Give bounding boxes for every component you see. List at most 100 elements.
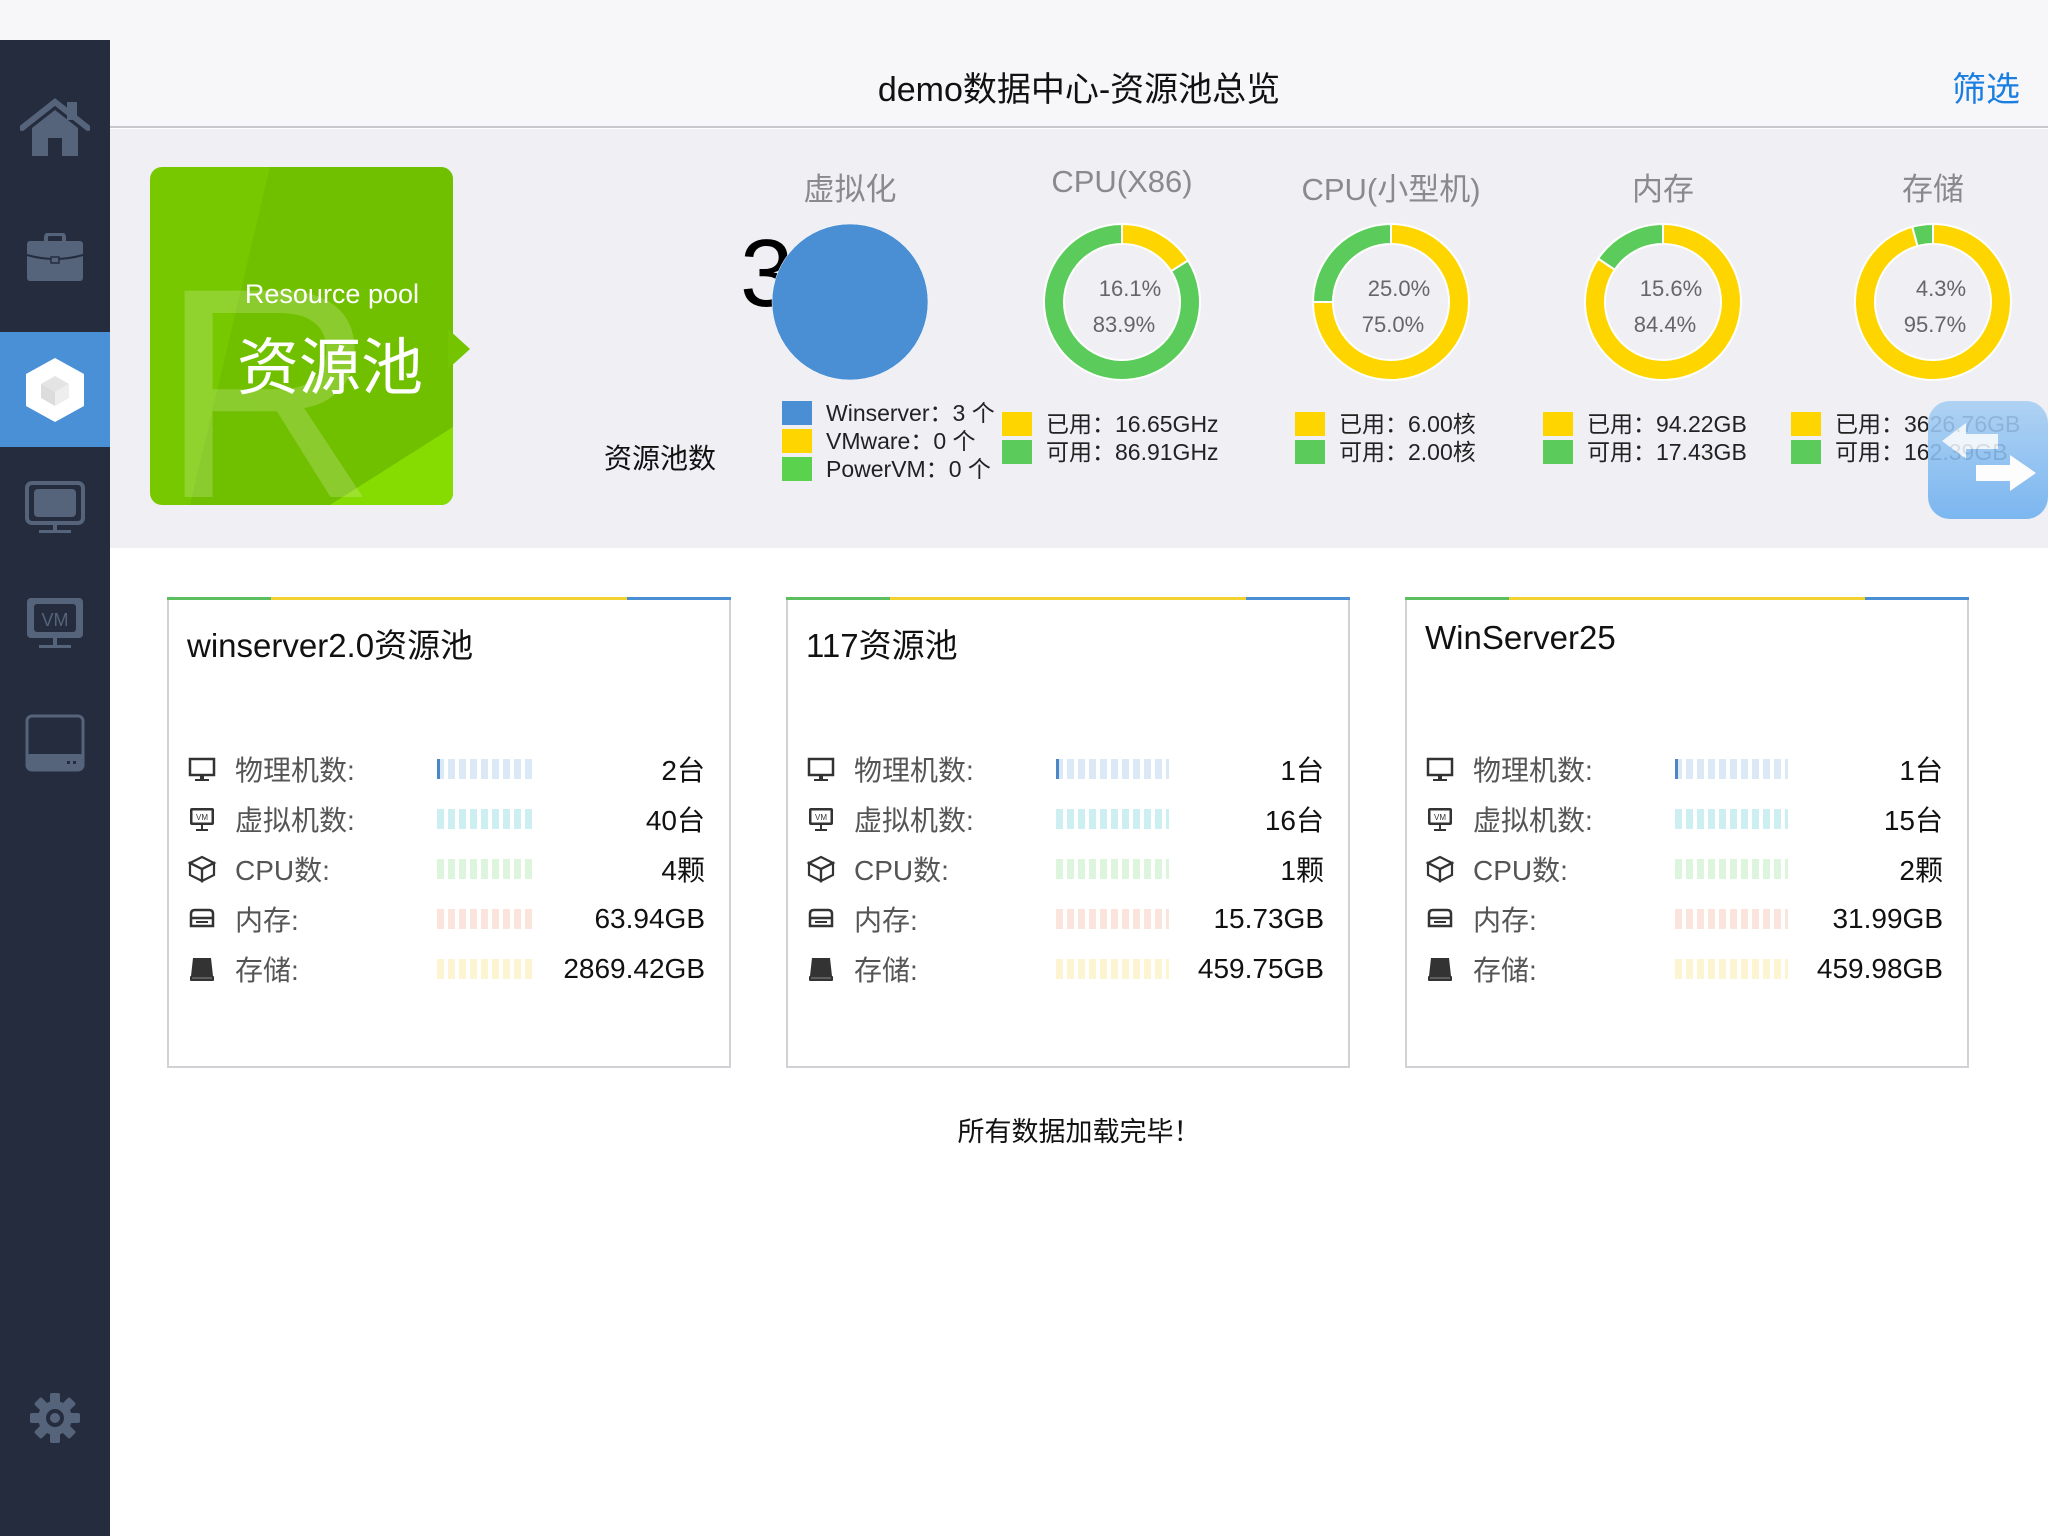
- stat-value: 63.94GB: [594, 903, 705, 934]
- progress-segment: [492, 859, 499, 879]
- progress-segment: [1056, 859, 1063, 879]
- legend-item: PowerVM：0 个: [782, 455, 995, 483]
- stat-progress-bar: [437, 809, 532, 829]
- progress-segment: [1056, 809, 1063, 829]
- legend-swatch: [1002, 412, 1032, 436]
- legend-item: 已用：16.65GHz: [1002, 410, 1219, 438]
- progress-segment: [1719, 959, 1726, 979]
- progress-segment: [1111, 909, 1118, 929]
- progress-segment: [437, 759, 444, 779]
- chart-percent-label: 25.0%: [1368, 276, 1430, 301]
- progress-segment: [1697, 809, 1704, 829]
- progress-segment: [448, 809, 455, 829]
- sidebar-item-resource-pool[interactable]: [0, 332, 110, 447]
- progress-segment: [1675, 859, 1682, 879]
- progress-segment: [1708, 959, 1715, 979]
- stat-progress-bar: [1056, 809, 1169, 829]
- progress-segment: [1122, 759, 1129, 779]
- pool-card[interactable]: winserver2.0资源池 物理机数: 2台 VM 虚拟机数: 40台 CPU数: 4颗内…: [167, 597, 731, 1068]
- chart-percent-label: 15.6%: [1640, 276, 1702, 301]
- sidebar-item-physical-machines[interactable]: [0, 450, 110, 565]
- gear-icon: [30, 1392, 80, 1443]
- progress-segment: [514, 859, 521, 879]
- physical-machine-icon: [1425, 754, 1455, 784]
- progress-segment: [459, 959, 466, 979]
- progress-segment: [1078, 959, 1085, 979]
- badge-chinese-label: 资源池: [236, 334, 423, 403]
- cpu-cube-icon: [187, 854, 217, 884]
- progress-segment: [1752, 859, 1759, 879]
- stat-label: 存储:: [854, 955, 918, 986]
- progress-segment: [503, 859, 510, 879]
- filter-button[interactable]: 筛选: [1952, 62, 2020, 111]
- chart-legend: 已用：6.00核 可用：2.00核: [1295, 410, 1476, 466]
- storage-disk-icon: [806, 954, 836, 984]
- sidebar-item-home[interactable]: [0, 70, 110, 185]
- progress-segment: [1166, 909, 1169, 929]
- stat-value: 2869.42GB: [563, 953, 705, 984]
- progress-segment: [1056, 959, 1063, 979]
- sidebar-item-virtual-machines[interactable]: VM: [0, 565, 110, 680]
- progress-segment: [1100, 759, 1107, 779]
- stat-value: 15台: [1883, 805, 1943, 836]
- pool-stat-row: 物理机数: 1台: [806, 749, 1324, 789]
- pool-stat-row: 存储: 459.98GB: [1425, 949, 1943, 989]
- progress-segment: [1730, 759, 1737, 779]
- progress-segment: [1741, 759, 1748, 779]
- pool-stat-row: VM 虚拟机数: 40台: [187, 799, 705, 839]
- progress-segment: [1752, 959, 1759, 979]
- page-title: demo数据中心-资源池总览: [877, 71, 1281, 109]
- chart-slice-已用: [1854, 222, 2012, 381]
- progress-segment: [1730, 959, 1737, 979]
- progress-segment: [1752, 909, 1759, 929]
- badge-english-label: Resource pool: [244, 279, 419, 309]
- progress-segment: [1111, 759, 1118, 779]
- progress-segment: [1089, 809, 1096, 829]
- progress-segment: [459, 859, 466, 879]
- progress-segment: [1155, 909, 1162, 929]
- stat-label: CPU数:: [1473, 855, 1568, 886]
- switch-view-button[interactable]: [1928, 401, 2048, 519]
- progress-segment: [448, 859, 455, 879]
- progress-segment: [1067, 759, 1074, 779]
- chart-svg: 16.1% 83.9%: [1043, 222, 1201, 381]
- progress-segment: [1089, 959, 1096, 979]
- pool-card[interactable]: WinServer25 物理机数: 1台 VM 虚拟机数: 15台 CPU数: 2颗 内存: 31…: [1405, 597, 1969, 1068]
- stat-label: 内存:: [235, 905, 299, 936]
- progress-segment: [437, 859, 444, 879]
- card-top-accent: [1405, 597, 1969, 600]
- progress-segment: [1741, 909, 1748, 929]
- progress-segment: [1785, 759, 1788, 779]
- stat-label: 虚拟机数:: [235, 805, 355, 836]
- legend-item: Winserver：3 个: [782, 399, 995, 427]
- svg-text:VM: VM: [196, 813, 208, 822]
- chart-percent-label: 83.9%: [1093, 312, 1155, 337]
- progress-segment: [525, 859, 532, 879]
- stat-label: 虚拟机数:: [854, 805, 974, 836]
- sidebar-item-business[interactable]: [0, 200, 110, 315]
- legend-item: 已用：94.22GB: [1543, 410, 1747, 438]
- pool-card[interactable]: 117资源池 物理机数: 1台 VM 虚拟机数: 16台 CPU数: 1颗 内存: 15.73GB…: [786, 597, 1350, 1068]
- chart-svg: 4.3% 95.7%: [1854, 222, 2012, 381]
- pool-name: 117资源池: [806, 627, 958, 664]
- progress-segment: [1697, 759, 1704, 779]
- progress-segment: [470, 959, 477, 979]
- progress-segment: [1708, 759, 1715, 779]
- cpu-cube-icon: [806, 854, 836, 884]
- progress-segment: [481, 959, 488, 979]
- progress-segment: [1741, 809, 1748, 829]
- progress-segment: [1697, 959, 1704, 979]
- progress-segment: [1067, 859, 1074, 879]
- progress-segment: [448, 909, 455, 929]
- stat-value: 459.75GB: [1197, 953, 1324, 984]
- sidebar-item-settings[interactable]: [0, 1360, 110, 1475]
- pool-name: winserver2.0资源池: [187, 627, 474, 664]
- progress-segment: [1078, 859, 1085, 879]
- progress-segment: [503, 809, 510, 829]
- progress-segment: [1686, 859, 1693, 879]
- card-top-accent-segment: [167, 597, 272, 600]
- progress-segment: [1133, 909, 1140, 929]
- legend-swatch: [1543, 440, 1573, 464]
- sidebar-item-storage[interactable]: [0, 685, 110, 800]
- card-top-accent-segment: [890, 597, 1246, 600]
